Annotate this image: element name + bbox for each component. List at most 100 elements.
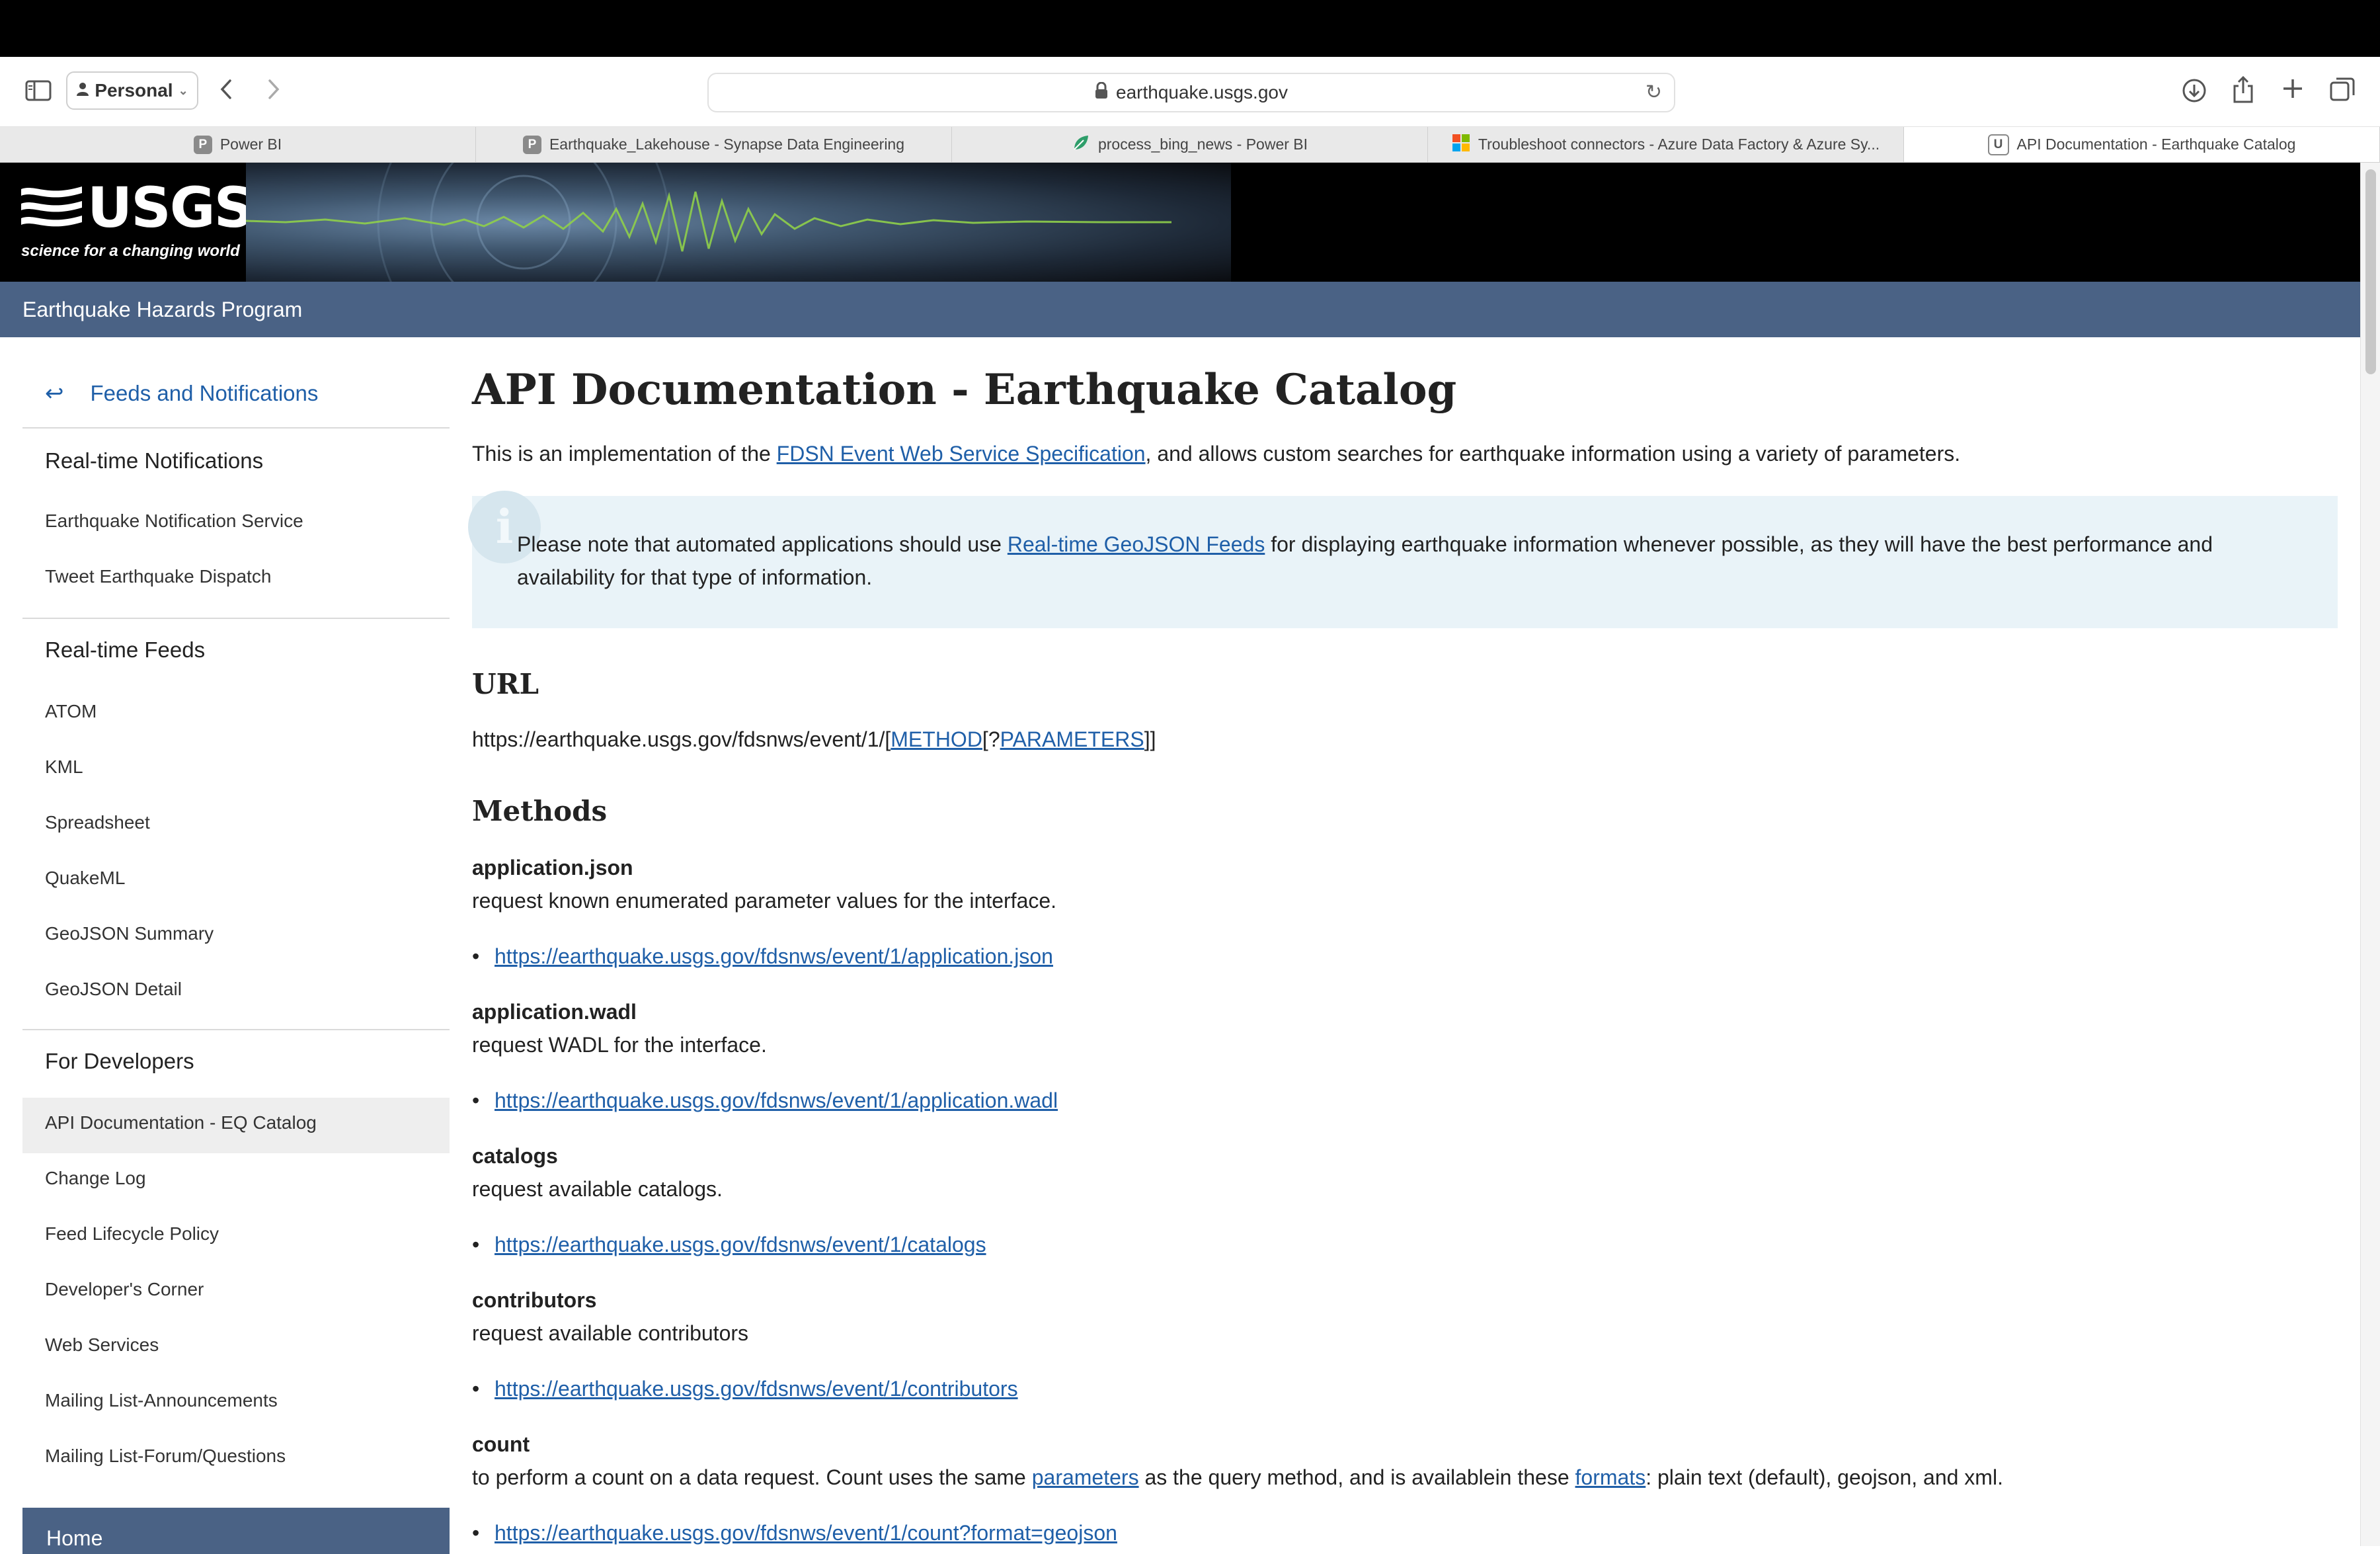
sidebar-toggle-icon[interactable]: [25, 79, 52, 106]
back-arrow-icon[interactable]: [216, 77, 238, 106]
sidebar-heading-realtime-notifications: Real-time Notifications: [45, 448, 264, 473]
sidebar-nav: ↩ Feeds and Notifications Real-time Noti…: [22, 337, 450, 1554]
download-icon[interactable]: [2182, 78, 2207, 107]
method-description: request WADL for the interface.: [472, 1033, 767, 1057]
sidebar-item-tweet-earthquake-dispatch[interactable]: Tweet Earthquake Dispatch: [45, 566, 271, 587]
tab-title: API Documentation - Earthquake Catalog: [2016, 136, 2296, 153]
share-icon[interactable]: [2232, 75, 2254, 107]
usgs-logo[interactable]: USGS science for a changing world: [21, 180, 254, 266]
url-middle: [?: [982, 727, 1000, 751]
url-heading: URL: [472, 668, 539, 700]
sidebar-home-link[interactable]: Home: [22, 1508, 450, 1554]
sidebar-item-geojson-detail[interactable]: GeoJSON Detail: [45, 979, 182, 1000]
sidebar-back-label: Feeds and Notifications: [90, 381, 319, 405]
forward-arrow-icon[interactable]: [262, 77, 284, 106]
seismogram-banner: [246, 163, 1231, 282]
leaf-favicon-icon: [1072, 134, 1090, 156]
sidebar-divider: [22, 1029, 450, 1030]
fdsn-spec-link[interactable]: FDSN Event Web Service Specification: [777, 442, 1146, 466]
sidebar-item-feed-lifecycle-policy[interactable]: Feed Lifecycle Policy: [45, 1223, 219, 1245]
intro-text: , and allows custom searches for earthqu…: [1145, 442, 1961, 466]
seismogram-wave-icon: [246, 163, 1171, 282]
tab-strip: P Power BI P Earthquake_Lakehouse - Syna…: [0, 127, 2380, 163]
parameters-link[interactable]: PARAMETERS: [1000, 727, 1144, 751]
sidebar-item-kml[interactable]: KML: [45, 757, 83, 778]
endpoint-url: https://earthquake.usgs.gov/fdsnws/event…: [472, 727, 1156, 752]
method-link-application-wadl[interactable]: https://earthquake.usgs.gov/fdsnws/event…: [472, 1088, 1058, 1113]
sidebar-item-web-services[interactable]: Web Services: [45, 1334, 159, 1356]
method-description: request available catalogs.: [472, 1177, 723, 1201]
method-link-catalogs[interactable]: https://earthquake.usgs.gov/fdsnws/event…: [472, 1233, 986, 1257]
tab-earthquake-lakehouse[interactable]: P Earthquake_Lakehouse - Synapse Data En…: [476, 127, 952, 162]
sidebar-heading-realtime-feeds: Real-time Feeds: [45, 637, 206, 662]
method-name-application-wadl: application.wadl: [472, 1000, 637, 1024]
sidebar-divider: [22, 427, 450, 429]
method-name-catalogs: catalogs: [472, 1144, 558, 1168]
sidebar-back-link[interactable]: ↩ Feeds and Notifications: [22, 364, 450, 423]
method-name-count: count: [472, 1432, 530, 1456]
sidebar-heading-for-developers: For Developers: [45, 1049, 194, 1073]
sidebar-item-change-log[interactable]: Change Log: [45, 1168, 146, 1189]
sidebar-item-api-documentation[interactable]: API Documentation - EQ Catalog: [45, 1112, 317, 1133]
profile-button[interactable]: Personal ⌄: [66, 71, 198, 110]
usgs-wave-logo-icon: [21, 186, 82, 227]
note-text-part: Please note that automated applications …: [517, 532, 1008, 556]
system-top-bar: [0, 0, 2380, 57]
sidebar-divider: [22, 618, 450, 619]
new-tab-icon[interactable]: [2281, 77, 2305, 104]
method-link-contributors[interactable]: https://earthquake.usgs.gov/fdsnws/event…: [472, 1377, 1018, 1401]
tab-title: process_bing_news - Power BI: [1097, 136, 1308, 153]
tab-title: Earthquake_Lakehouse - Synapse Data Engi…: [549, 136, 905, 153]
count-text: : plain text (default), geojson, and xml…: [1646, 1465, 2003, 1489]
count-description: to perform a count on a data request. Co…: [472, 1465, 2003, 1490]
formats-link[interactable]: formats: [1575, 1465, 1646, 1489]
usgs-favicon-icon: U: [1987, 134, 2009, 155]
method-link-count[interactable]: https://earthquake.usgs.gov/fdsnws/event…: [472, 1521, 1117, 1545]
intro-text: This is an implementation of the: [472, 442, 777, 466]
lock-icon: [1095, 81, 1108, 104]
page-scrollbar[interactable]: [2360, 163, 2380, 1546]
method-link[interactable]: METHOD: [891, 727, 982, 751]
sidebar-item-quakeml[interactable]: QuakeML: [45, 868, 125, 889]
method-description: request available contributors: [472, 1321, 749, 1345]
tab-overview-icon[interactable]: [2330, 77, 2355, 106]
geojson-feeds-link[interactable]: Real-time GeoJSON Feeds: [1008, 532, 1265, 556]
note-text: Please note that automated applications …: [517, 528, 2302, 594]
method-name-contributors: contributors: [472, 1288, 597, 1312]
scrollbar-thumb[interactable]: [2365, 169, 2376, 374]
return-arrow-icon: ↩: [45, 381, 64, 406]
sidebar-item-developers-corner[interactable]: Developer's Corner: [45, 1279, 204, 1300]
sidebar-item-mailing-list-forum[interactable]: Mailing List-Forum/Questions: [45, 1446, 286, 1467]
microsoft-favicon-icon: [1452, 134, 1470, 156]
tab-troubleshoot-connectors[interactable]: Troubleshoot connectors - Azure Data Fac…: [1428, 127, 1904, 162]
program-bar[interactable]: Earthquake Hazards Program: [0, 282, 2360, 337]
sidebar-item-geojson-summary[interactable]: GeoJSON Summary: [45, 923, 214, 944]
tab-power-bi[interactable]: P Power BI: [0, 127, 476, 162]
sidebar-item-mailing-list-announcements[interactable]: Mailing List-Announcements: [45, 1390, 278, 1411]
tab-title: Power BI: [219, 136, 282, 153]
url-suffix: ]]: [1144, 727, 1156, 751]
info-note-box: i Please note that automated application…: [468, 491, 2338, 628]
methods-heading: Methods: [472, 795, 608, 827]
sidebar-item-spreadsheet[interactable]: Spreadsheet: [45, 812, 150, 833]
chevron-down-icon: ⌄: [178, 83, 188, 97]
sidebar-item-atom[interactable]: ATOM: [45, 701, 97, 722]
tab-api-documentation[interactable]: U API Documentation - Earthquake Catalog: [1904, 127, 2380, 162]
sidebar-item-earthquake-notification-service[interactable]: Earthquake Notification Service: [45, 511, 303, 532]
url-prefix: https://earthquake.usgs.gov/fdsnws/event…: [472, 727, 891, 751]
logo-text: USGS: [87, 175, 254, 240]
tab-process-bing-news[interactable]: process_bing_news - Power BI: [952, 127, 1428, 162]
logo-tagline: science for a changing world: [21, 242, 240, 260]
method-link-application-json[interactable]: https://earthquake.usgs.gov/fdsnws/event…: [472, 944, 1053, 969]
count-text: to perform a count on a data request. Co…: [472, 1465, 1032, 1489]
power-bi-favicon-icon: P: [193, 135, 212, 154]
parameters-link[interactable]: parameters: [1032, 1465, 1139, 1489]
count-text: as the query method, and is availablein …: [1138, 1465, 1575, 1489]
usgs-header: USGS science for a changing world: [0, 163, 2360, 282]
reload-icon[interactable]: ↻: [1646, 81, 1662, 104]
address-bar[interactable]: earthquake.usgs.gov ↻: [707, 73, 1675, 112]
method-name-application-json: application.json: [472, 856, 633, 879]
main-content: API Documentation - Earthquake Catalog T…: [468, 337, 2340, 1546]
intro-paragraph: This is an implementation of the FDSN Ev…: [472, 442, 1960, 466]
browser-toolbar: Personal ⌄ earthquake.usgs.gov ↻: [0, 57, 2380, 127]
